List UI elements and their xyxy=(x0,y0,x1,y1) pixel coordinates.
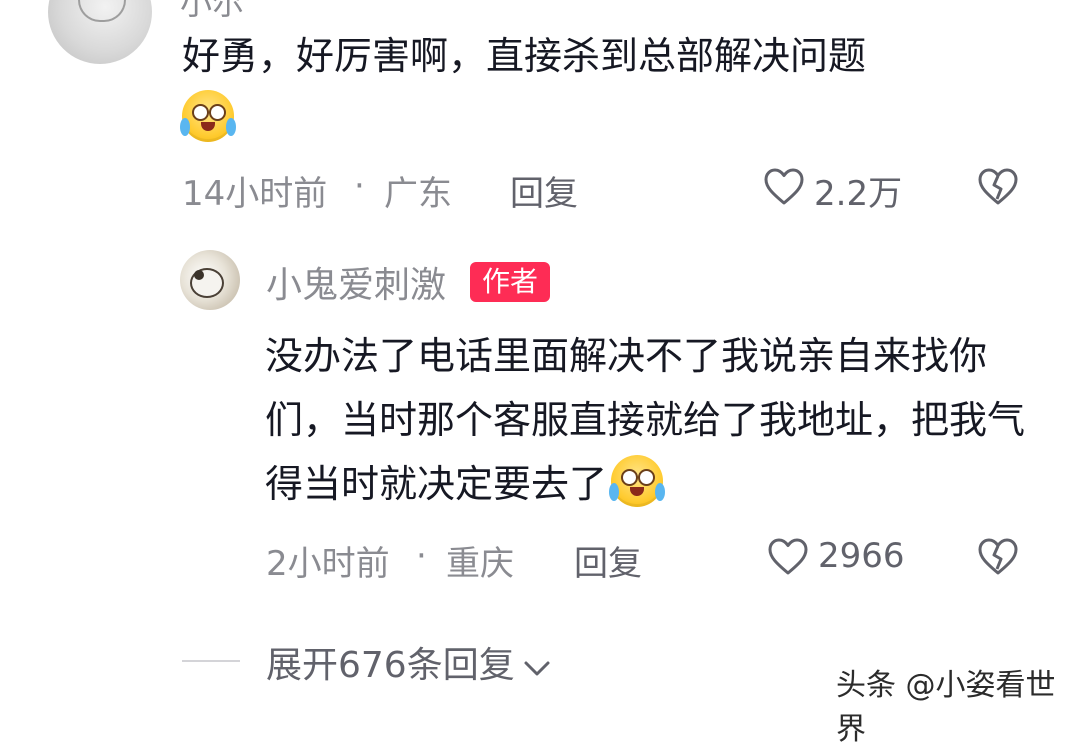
like-count: 2966 xyxy=(818,536,905,576)
avatar[interactable] xyxy=(48,0,152,64)
reply-time: 2小时前 xyxy=(266,544,390,584)
reply-location: 重庆 xyxy=(446,544,514,584)
crying-laughing-emoji-icon xyxy=(609,455,666,507)
comment-location: 广东 xyxy=(384,174,452,214)
chevron-down-icon xyxy=(523,647,551,688)
comment-text-content: 好勇，好厉害啊，直接杀到总部解决问题 xyxy=(182,34,867,78)
reply-username[interactable]: 小鬼爱刺激 xyxy=(266,256,446,308)
meta-separator: · xyxy=(416,536,427,576)
reply-button[interactable]: 回复 xyxy=(510,166,578,215)
comment-time: 14小时前 xyxy=(182,174,328,214)
like-count: 2.2万 xyxy=(814,174,903,214)
reply-text: 没办法了电话里面解决不了我说亲自来找你们，当时那个客服直接就给了我地址，把我气得… xyxy=(265,324,1045,516)
expand-replies-button[interactable]: 展开676条回复 xyxy=(266,636,551,688)
comment-text: 好勇，好厉害啊，直接杀到总部解决问题 xyxy=(182,24,866,88)
avatar[interactable] xyxy=(180,250,240,310)
divider xyxy=(182,660,240,662)
author-badge: 作者 xyxy=(470,262,551,302)
watermark: 头条 @小姿看世界 xyxy=(836,668,1056,747)
like-heart-icon[interactable] xyxy=(764,168,804,206)
meta-separator: · xyxy=(354,166,365,206)
like-heart-icon[interactable] xyxy=(768,538,808,576)
dislike-broken-heart-icon[interactable] xyxy=(978,538,1018,576)
reply-button[interactable]: 回复 xyxy=(574,536,642,585)
comment-username[interactable]: 小尔 xyxy=(180,0,244,24)
expand-replies-label: 展开676条回复 xyxy=(266,645,515,686)
dislike-broken-heart-icon[interactable] xyxy=(978,168,1018,206)
crying-laughing-emoji-icon xyxy=(180,90,236,142)
